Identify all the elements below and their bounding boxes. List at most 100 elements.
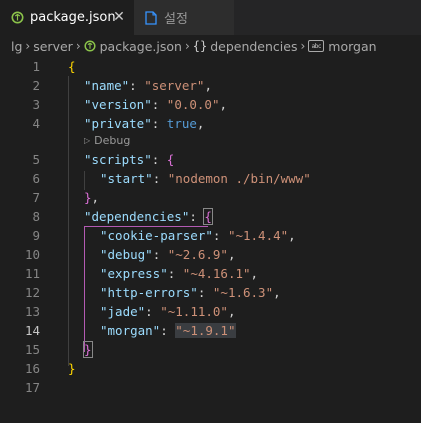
line-number: 5 — [32, 152, 40, 167]
punct: , — [196, 116, 205, 131]
line-number: 16 — [24, 361, 40, 376]
json-file-icon — [10, 11, 24, 25]
line-number: 2 — [32, 78, 40, 93]
punct: : — [145, 304, 161, 319]
braces-icon: {} — [192, 39, 208, 53]
chevron-right-icon: › — [75, 39, 81, 53]
chevron-right-icon: › — [184, 39, 190, 53]
punct: : — [152, 247, 168, 262]
breadcrumb-item-dependencies[interactable]: {} dependencies — [193, 39, 298, 54]
breadcrumb-label: server — [33, 38, 73, 54]
brace: } — [68, 361, 76, 376]
breadcrumb-item-morgan[interactable]: abc morgan — [308, 38, 377, 54]
punct: : — [189, 209, 205, 224]
line-number: 1 — [32, 59, 40, 74]
code-line: 4 "private": true, — [0, 114, 421, 133]
json-string: "nodemon ./bin/www" — [167, 171, 311, 186]
breadcrumb-label: lg — [11, 38, 23, 54]
line-number: 7 — [32, 190, 40, 205]
breadcrumb-item-lg[interactable]: lg — [11, 39, 22, 54]
punct: : — [160, 323, 176, 338]
brace: } — [84, 190, 92, 205]
breadcrumb-label: package.json — [99, 38, 182, 54]
code-line: 3 "version": "0.0.0", — [0, 95, 421, 114]
punct: , — [227, 247, 236, 262]
code-line: 1 { — [0, 57, 421, 76]
punct: , — [91, 190, 100, 205]
json-key: "jade" — [100, 304, 146, 319]
line-number: 3 — [32, 97, 40, 112]
punct: , — [204, 78, 212, 93]
punct: , — [250, 266, 259, 281]
punct: : — [129, 78, 145, 93]
line-number: 9 — [32, 228, 40, 243]
code-line-current: 14 "morgan": "~1.9.1" — [0, 321, 421, 340]
line-number: 12 — [24, 285, 40, 300]
code-line: 13 "jade": "~1.11.0", — [0, 302, 421, 321]
punct: : — [197, 285, 213, 300]
brace: { — [68, 59, 76, 74]
line-number: 8 — [32, 209, 40, 224]
code-line: 16 } — [0, 359, 421, 378]
code-editor[interactable]: 1 { 2 "name": "server", 3 "version": "0.… — [0, 57, 421, 423]
code-line: 17 — [0, 378, 421, 397]
settings-file-icon — [144, 10, 158, 25]
chevron-right-icon: › — [300, 39, 306, 53]
json-key: "start" — [100, 171, 153, 186]
line-number: 6 — [32, 171, 40, 186]
tab-label: 설정 — [164, 12, 188, 27]
json-key: "scripts" — [84, 152, 152, 167]
code-line: 6 "start": "nodemon ./bin/www" — [0, 169, 421, 188]
json-string-selected: "~1.9.1" — [175, 323, 236, 338]
punct: : — [152, 171, 168, 186]
punct: : — [212, 228, 228, 243]
code-line: 11 "express": "~4.16.1", — [0, 264, 421, 283]
json-key: "private" — [84, 116, 152, 131]
tab-package-json[interactable]: package.json ✕ — [0, 0, 134, 35]
line-number: 4 — [32, 116, 40, 131]
line-number: 15 — [24, 342, 40, 357]
brace: { — [166, 152, 175, 167]
close-icon[interactable]: ✕ — [112, 10, 126, 24]
json-string: "~4.16.1" — [182, 266, 251, 281]
json-file-icon — [84, 40, 96, 52]
json-key: "morgan" — [100, 323, 161, 338]
json-key: "version" — [84, 97, 152, 112]
code-line: 7 }, — [0, 188, 421, 207]
punct: , — [288, 228, 296, 243]
json-string: "~1.4.4" — [227, 228, 289, 243]
json-boolean: true — [166, 116, 197, 131]
breadcrumb-label: morgan — [328, 38, 377, 54]
code-line: 12 "http-errors": "~1.6.3", — [0, 283, 421, 302]
json-string: "~2.6.9" — [167, 247, 228, 262]
punct: : — [151, 152, 167, 167]
json-string: "server" — [144, 78, 205, 93]
punct: , — [219, 97, 228, 112]
punct: , — [227, 304, 236, 319]
tab-settings[interactable]: 설정 — [134, 0, 234, 35]
tab-bar: package.json ✕ 설정 — [0, 0, 421, 35]
code-line: 5 "scripts": { — [0, 150, 421, 169]
code-line: 8 "dependencies": { — [0, 207, 421, 226]
debug-codelens[interactable]: ▷ Debug — [84, 132, 130, 148]
play-icon: ▷ — [84, 135, 91, 145]
punct: : — [151, 116, 167, 131]
json-key: "express" — [100, 266, 168, 281]
json-string: "~1.11.0" — [160, 304, 228, 319]
breadcrumb-item-server[interactable]: server — [33, 39, 73, 54]
code-line: 15 } — [0, 340, 421, 359]
json-key: "dependencies" — [84, 209, 190, 224]
string-icon: abc — [308, 40, 325, 52]
breadcrumb-item-package-json[interactable]: package.json — [84, 39, 182, 54]
json-string: "0.0.0" — [166, 97, 220, 112]
json-key: "http-errors" — [100, 285, 198, 300]
json-key: "name" — [84, 78, 130, 93]
line-number: 10 — [24, 247, 40, 262]
punct: : — [167, 266, 183, 281]
brace-highlighted: } — [83, 341, 93, 358]
code-line: 10 "debug": "~2.6.9", — [0, 245, 421, 264]
json-string: "~1.6.3" — [212, 285, 274, 300]
brace-highlighted: { — [203, 208, 213, 225]
line-number: 13 — [24, 304, 40, 319]
code-line: 9 "cookie-parser": "~1.4.4", — [0, 226, 421, 245]
